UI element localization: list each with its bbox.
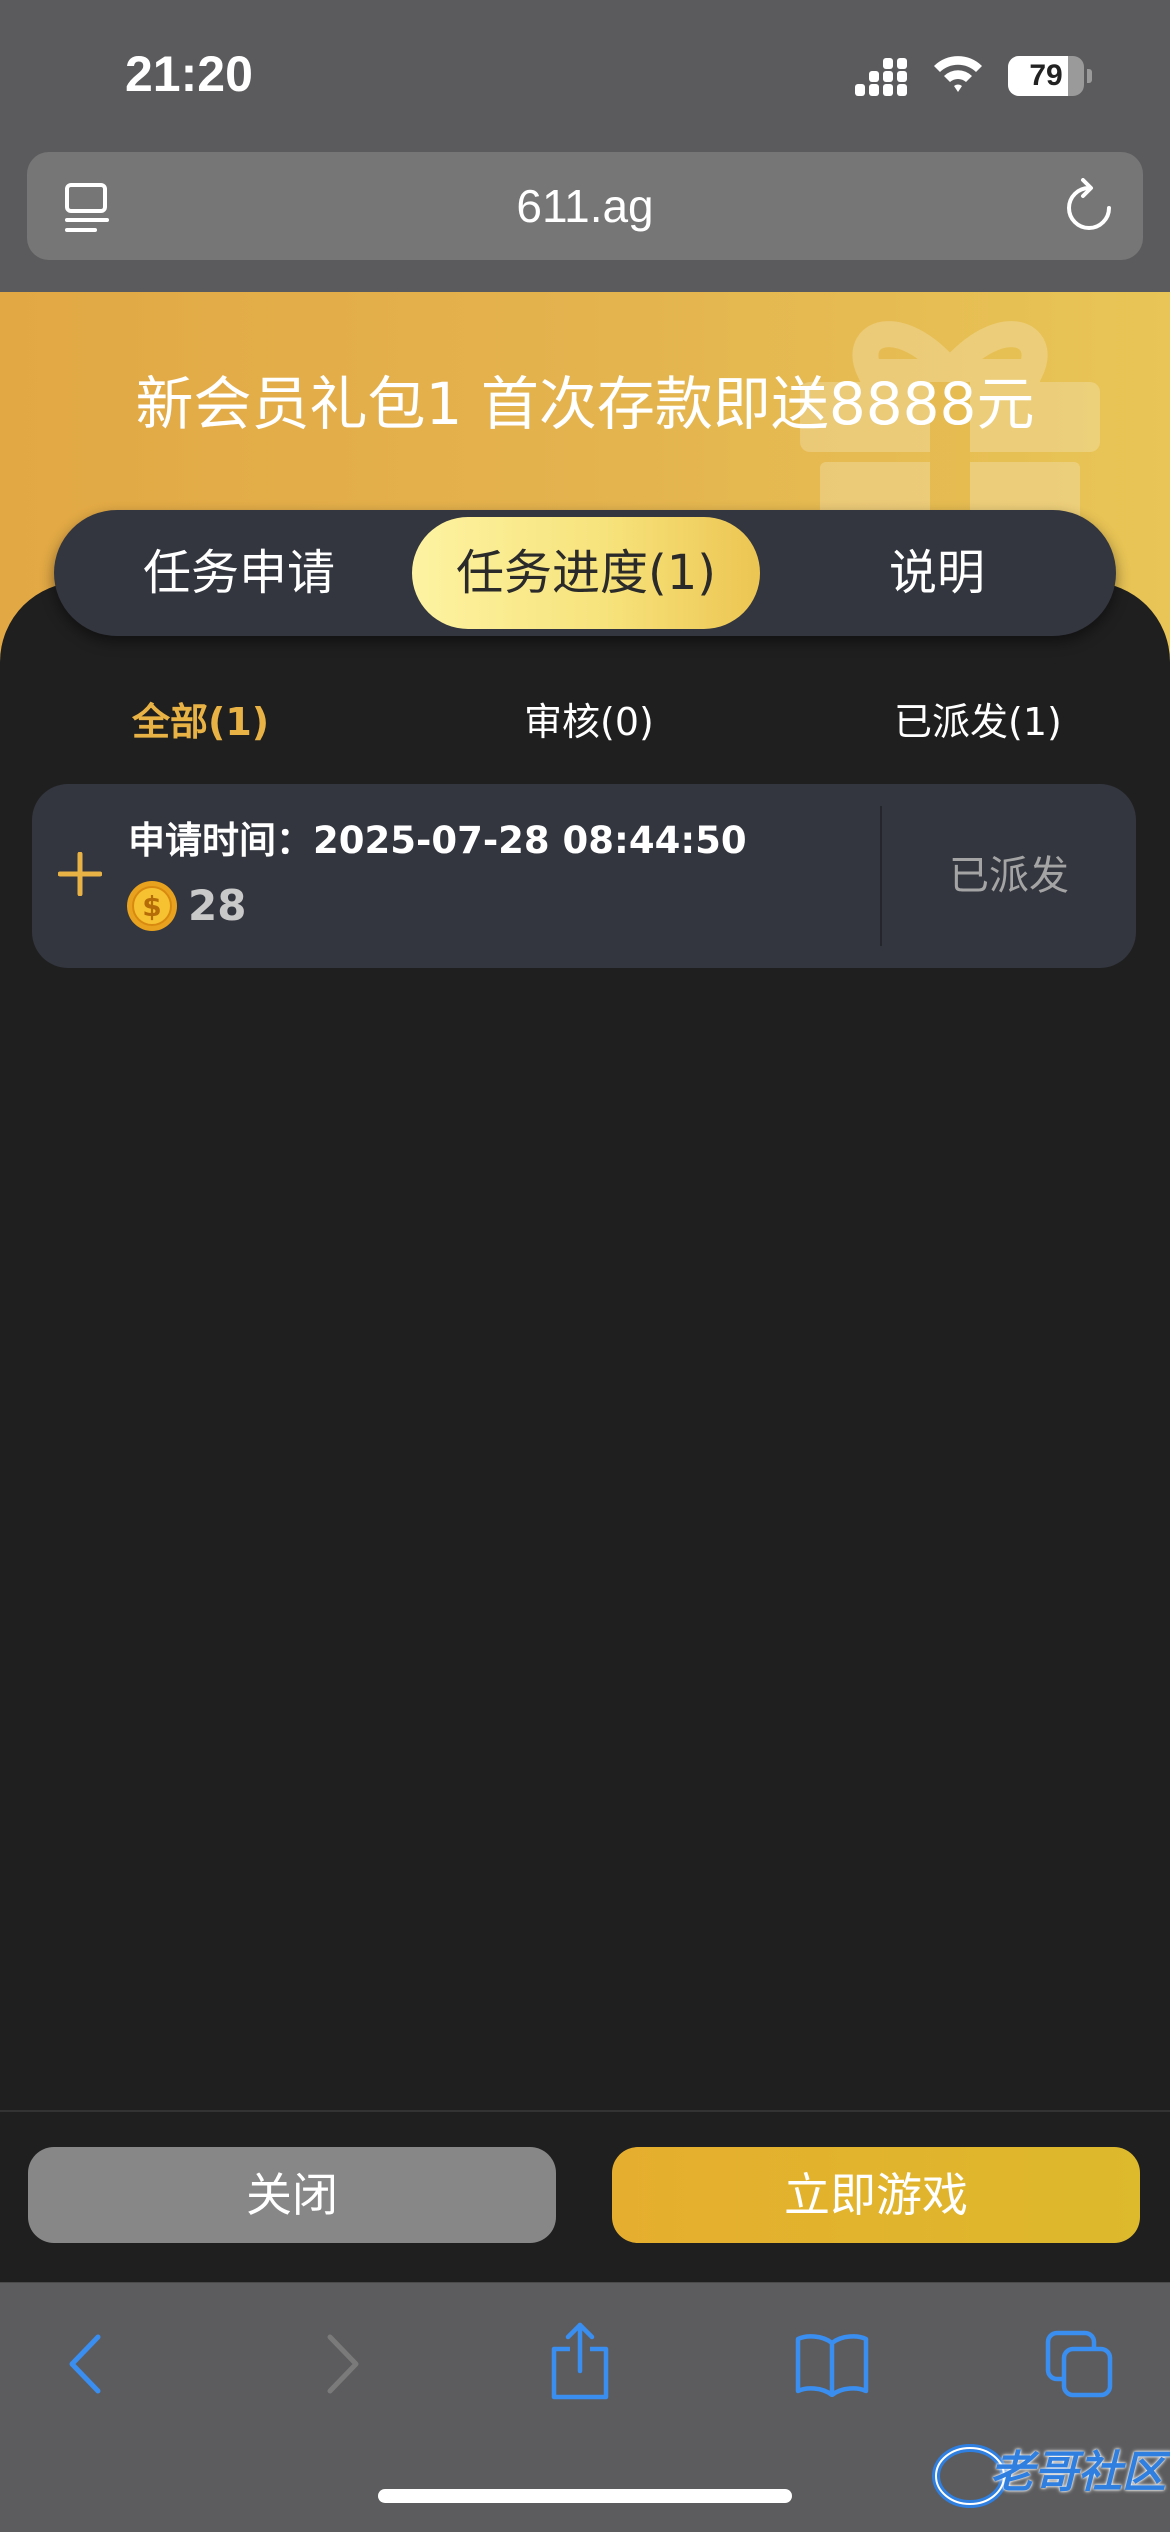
- status-time: 21:20: [125, 46, 253, 102]
- page-content: 新会员礼包1 首次存款即送8888元 任务申请 任务进度(1) 说明 全部(1)…: [0, 292, 1170, 2282]
- banner-title: 新会员礼包1 首次存款即送8888元: [135, 370, 1035, 438]
- battery-icon: 79: [1008, 56, 1092, 96]
- tab-task-apply[interactable]: 任务申请: [64, 517, 414, 629]
- reload-icon[interactable]: [1063, 178, 1115, 234]
- task-tabs: 任务申请 任务进度(1) 说明: [54, 510, 1116, 636]
- svg-text:$: $: [142, 890, 161, 923]
- share-icon[interactable]: [548, 2321, 612, 2401]
- tab-task-progress[interactable]: 任务进度(1): [412, 517, 760, 629]
- reward-amount: 28: [188, 881, 247, 930]
- filter-all[interactable]: 全部(1): [132, 687, 269, 757]
- bottom-divider: [0, 2110, 1170, 2112]
- close-button[interactable]: 关闭: [28, 2147, 556, 2243]
- home-indicator: [378, 2489, 792, 2503]
- bookmarks-icon[interactable]: [794, 2333, 870, 2397]
- address-bar[interactable]: 611.ag: [27, 152, 1143, 260]
- apply-time: 申请时间：2025-07-28 08:44:50: [128, 819, 747, 862]
- status-bar: 21:20 79: [0, 0, 1170, 150]
- filter-review[interactable]: 审核(0): [524, 687, 654, 757]
- tab-explanation[interactable]: 说明: [762, 517, 1112, 629]
- wifi-icon: [934, 56, 982, 92]
- battery-level: 79: [1029, 59, 1063, 92]
- back-icon[interactable]: [62, 2329, 112, 2399]
- forward-icon[interactable]: [316, 2329, 366, 2399]
- url-text[interactable]: 611.ag: [27, 152, 1143, 260]
- status-filters: 全部(1) 审核(0) 已派发(1): [0, 687, 1170, 757]
- watermark-logo: 老哥社区: [930, 2432, 1170, 2522]
- cellular-signal-icon: [855, 58, 907, 96]
- filter-dispatched[interactable]: 已派发(1): [894, 687, 1062, 757]
- expand-plus-icon[interactable]: [58, 852, 102, 896]
- watermark-text: 老哥社区: [990, 2447, 1166, 2498]
- tabs-icon[interactable]: [1044, 2329, 1114, 2399]
- coin-icon: $: [127, 881, 177, 931]
- play-now-button[interactable]: 立即游戏: [612, 2147, 1140, 2243]
- task-record[interactable]: 申请时间：2025-07-28 08:44:50 $ 28 已派发: [32, 784, 1136, 968]
- record-status: 已派发: [949, 853, 1069, 899]
